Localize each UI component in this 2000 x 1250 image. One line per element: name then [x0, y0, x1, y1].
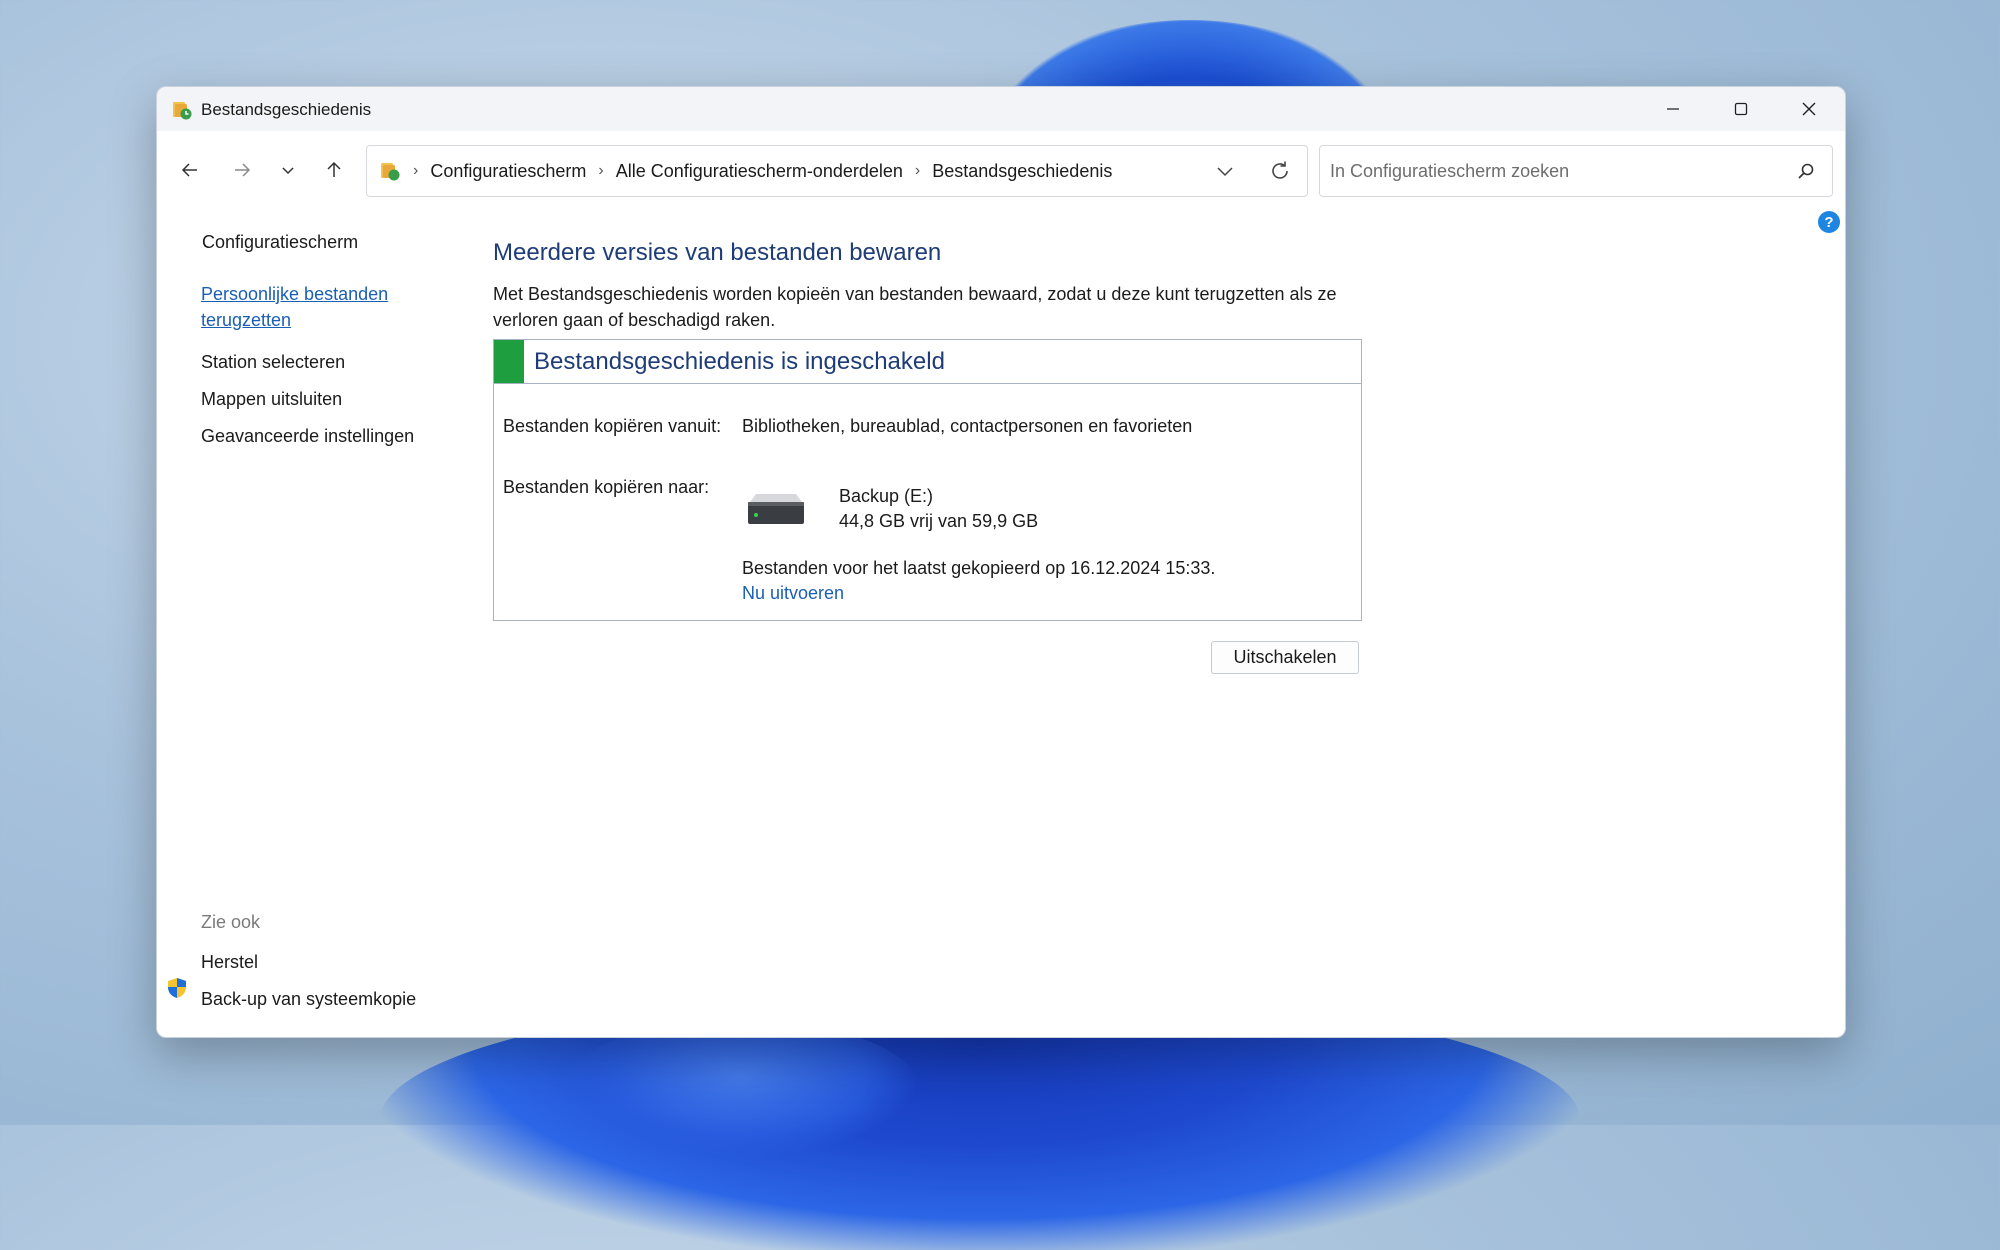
minimize-icon [1667, 108, 1679, 110]
close-button[interactable] [1777, 87, 1841, 131]
last-copied-text: Bestanden voor het laatst gekopieerd op … [742, 558, 1216, 578]
file-history-icon [173, 102, 192, 120]
search-placeholder: In Configuratiescherm zoeken [1330, 161, 1570, 181]
status-title: Bestandsgeschiedenis is ingeschakeld [534, 348, 945, 375]
wallpaper-swirl [560, 1020, 920, 1160]
search-input[interactable]: In Configuratiescherm zoeken [1319, 145, 1833, 197]
maximize-button[interactable] [1709, 87, 1773, 131]
close-icon [1802, 102, 1816, 116]
status-panel: Bestandsgeschiedenis is ingeschakeld Bes… [493, 339, 1362, 621]
window-title: Bestandsgeschiedenis [201, 100, 372, 119]
sidebar-item-select-drive[interactable]: Station selecteren [201, 349, 345, 375]
drive-free-space: 44,8 GB vrij van 59,9 GB [839, 511, 1039, 531]
recent-locations-button[interactable] [271, 153, 305, 187]
breadcrumb-control-panel[interactable]: Configuratiescherm [430, 161, 586, 182]
navigation-bar: › Configuratiescherm › Alle Configuratie… [157, 131, 1845, 207]
page-description: Met Bestandsgeschiedenis worden kopieën … [493, 284, 1337, 330]
sidebar-item-recovery[interactable]: Herstel [201, 949, 258, 975]
breadcrumb-all-items[interactable]: Alle Configuratiescherm-onderdelen [616, 161, 903, 182]
file-history-window: Bestandsgeschiedenis › Configuratiescher… [156, 86, 1846, 1038]
sidebar-item-restore-files[interactable]: Persoonlijke bestanden terugzetten [201, 281, 411, 333]
sidebar-home-link[interactable]: Configuratiescherm [202, 232, 358, 253]
copy-to-label: Bestanden kopiëren naar: [503, 477, 710, 497]
breadcrumb-separator: › [914, 162, 921, 179]
sidebar: Configuratiescherm Persoonlijke bestande… [157, 207, 487, 1037]
back-button[interactable] [173, 153, 207, 187]
search-icon[interactable] [1796, 161, 1816, 181]
breadcrumb-separator: › [413, 162, 419, 179]
address-bar[interactable]: › Configuratiescherm › Alle Configuratie… [366, 145, 1308, 197]
arrow-up-icon [327, 161, 341, 177]
maximize-icon [1734, 102, 1748, 116]
arrow-right-icon [235, 163, 251, 177]
sidebar-item-system-image-backup[interactable]: Back-up van systeemkopie [201, 986, 416, 1012]
title-bar: Bestandsgeschiedenis [157, 87, 1845, 132]
chevron-down-icon [282, 167, 294, 175]
up-button[interactable] [317, 153, 351, 187]
breadcrumb-file-history[interactable]: Bestandsgeschiedenis [932, 161, 1112, 182]
main-content: Meerdere versies van bestanden bewaren M… [493, 207, 1845, 1037]
minimize-button[interactable] [1641, 87, 1705, 131]
status-header: Bestandsgeschiedenis is ingeschakeld [494, 340, 1361, 384]
chevron-down-icon[interactable] [1213, 159, 1237, 183]
refresh-icon[interactable] [1267, 158, 1293, 184]
copy-from-label: Bestanden kopiëren vanuit: [503, 416, 722, 436]
forward-button[interactable] [225, 153, 259, 187]
arrow-left-icon [181, 163, 197, 177]
drive-icon [748, 494, 804, 524]
shield-icon [168, 978, 186, 998]
copy-from-value: Bibliotheken, bureaublad, contactpersone… [742, 416, 1193, 436]
page-title: Meerdere versies van bestanden bewaren [493, 239, 942, 266]
breadcrumb: › Configuratiescherm › Alle Configuratie… [379, 146, 1112, 196]
breadcrumb-separator: › [598, 162, 604, 179]
control-panel-icon [381, 163, 400, 181]
sidebar-item-exclude-folders[interactable]: Mappen uitsluiten [201, 386, 342, 412]
disable-button[interactable]: Uitschakelen [1211, 641, 1359, 674]
see-also-heading: Zie ook [201, 912, 261, 932]
drive-name: Backup (E:) [839, 486, 934, 506]
status-indicator [494, 340, 524, 383]
sidebar-item-advanced-settings[interactable]: Geavanceerde instellingen [201, 423, 414, 449]
run-now-link[interactable]: Nu uitvoeren [742, 583, 844, 604]
